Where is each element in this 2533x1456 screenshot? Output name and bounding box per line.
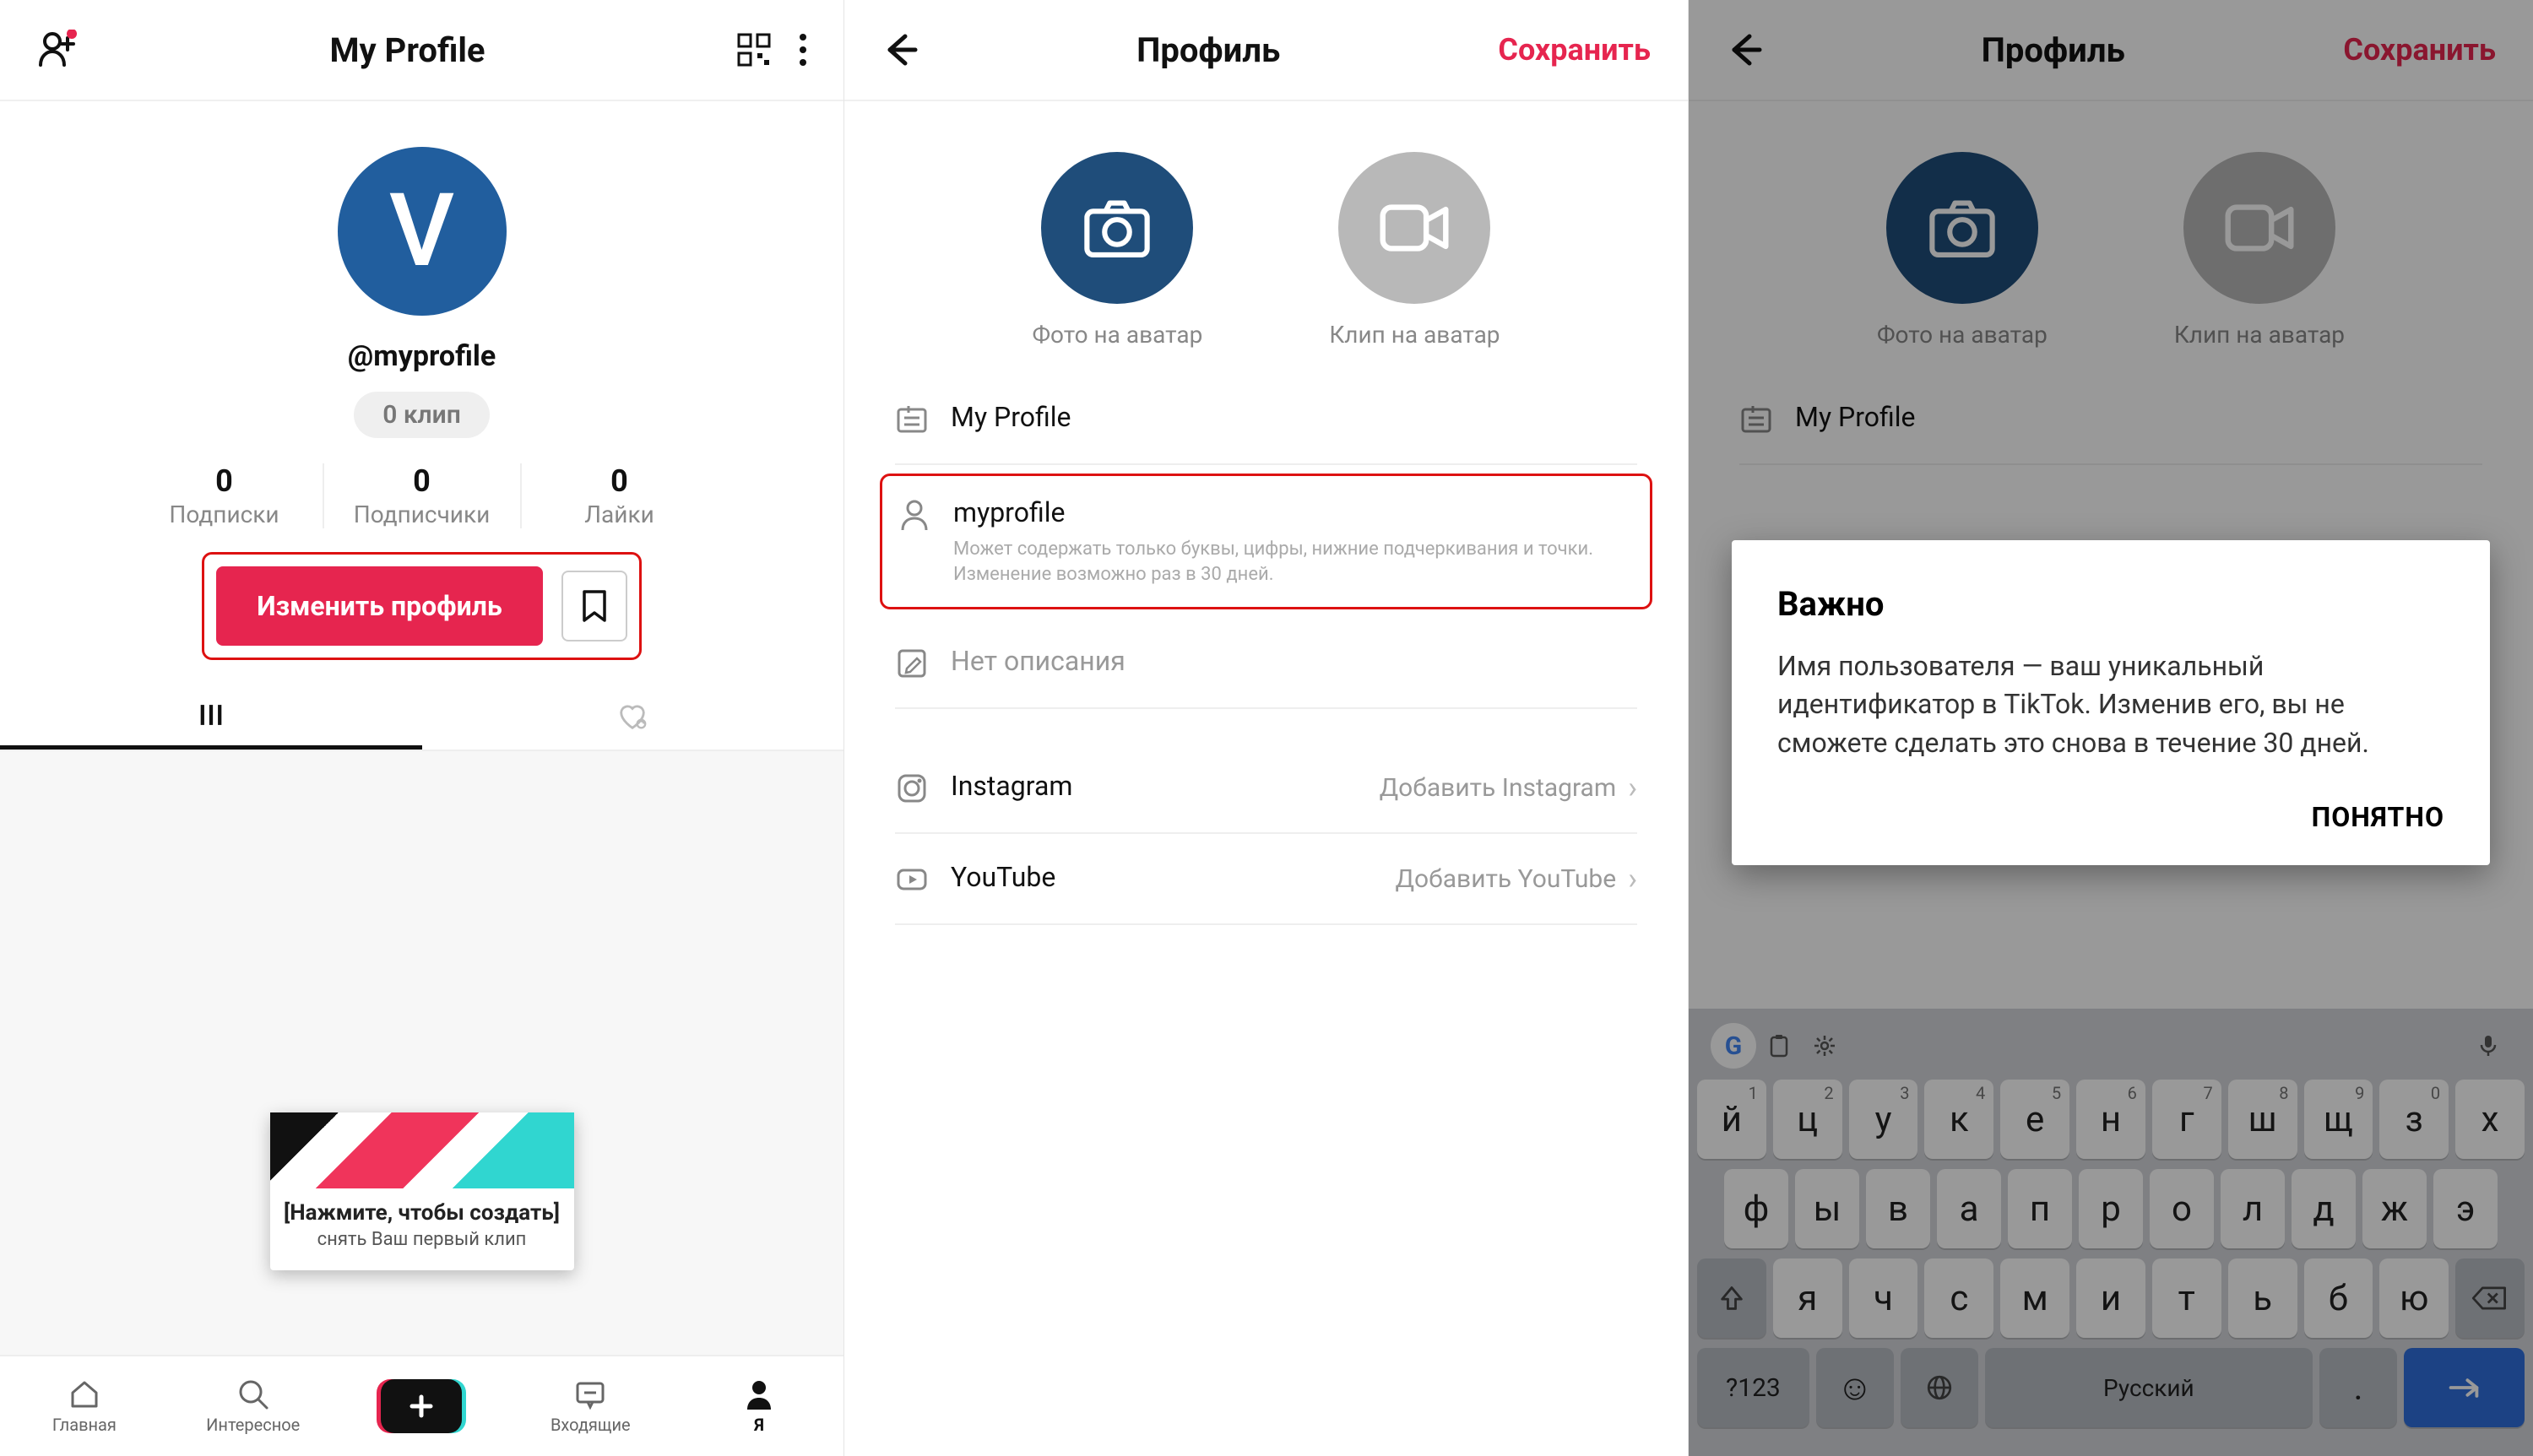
create-clip-tooltip[interactable]: [Нажмите, чтобы создать] снять Ваш первы… [270,1112,574,1270]
avatar-letter: V [389,172,454,290]
instagram-icon [895,771,929,805]
row-bio[interactable]: Нет описания [895,618,1637,709]
tooltip-art [270,1112,574,1188]
stat-followers[interactable]: 0 Подписчики [324,463,522,528]
person-icon [898,498,931,532]
profile-tabs [0,684,843,751]
plus-icon [381,1379,462,1433]
stat-likes[interactable]: 0 Лайки [522,463,718,528]
tab-liked[interactable] [422,684,844,750]
chevron-right-icon: › [1628,770,1637,805]
username-hint: Может содержать только буквы, цифры, ниж… [953,537,1635,587]
avatar-clip-circle [1338,152,1490,304]
profile-fields-list: My Profile myprofile Может содержать тол… [844,374,1688,925]
avatar-photo-option[interactable]: Фото на аватар [1032,152,1202,349]
header: My Profile [0,0,843,101]
save-button[interactable]: Сохранить [1498,32,1651,68]
nav-home[interactable]: Главная [0,1356,169,1456]
edit-icon [895,647,929,680]
avatar-options: Фото на аватар Клип на аватар [844,101,1688,374]
username: @myprofile [348,339,496,373]
more-menu-icon[interactable] [800,34,806,66]
page-title: Профиль [1136,30,1280,70]
row-display-name[interactable]: My Profile [895,374,1637,465]
screen-edit-profile-dialog: Профиль Сохранить Фото на аватар Клип на… [1689,0,2533,1456]
row-instagram[interactable]: Instagram Добавить Instagram› [895,743,1637,834]
qr-icon[interactable] [737,33,771,67]
chevron-right-icon: › [1628,861,1637,896]
feed-empty-area: [Нажмите, чтобы создать] снять Ваш первы… [0,751,843,1355]
avatar[interactable]: V [338,147,507,316]
nav-discover[interactable]: Интересное [169,1356,338,1456]
dialog-ok-button[interactable]: ПОНЯТНО [2312,801,2444,833]
nav-me[interactable]: Я [675,1356,843,1456]
dialog-body: Имя пользователя — ваш уникальный иденти… [1777,647,2444,762]
confirm-dialog: Важно Имя пользователя — ваш уникальный … [1732,540,2490,865]
nav-inbox[interactable]: Входящие [506,1356,675,1456]
row-youtube[interactable]: YouTube Добавить YouTube› [895,834,1637,925]
back-button[interactable] [881,31,919,68]
nav-create[interactable] [338,1356,507,1456]
name-card-icon [895,403,929,436]
add-friend-button[interactable] [37,30,78,70]
screen-edit-profile: Профиль Сохранить Фото на аватар Клип на… [844,0,1689,1456]
username-value: myprofile [953,496,1635,528]
stats-row: 0 Подписки 0 Подписчики 0 Лайки [127,463,718,528]
header: Профиль Сохранить [844,0,1688,101]
row-username[interactable]: myprofile Может содержать только буквы, … [880,474,1652,609]
actions-highlight: Изменить профиль [202,552,642,660]
youtube-icon [895,863,929,896]
bookmark-button[interactable] [561,571,627,641]
page-title: My Profile [329,30,485,70]
edit-profile-button[interactable]: Изменить профиль [216,566,543,646]
bottom-nav: Главная Интересное Входящие Я [0,1355,843,1456]
avatar-photo-circle [1041,152,1193,304]
tab-posts[interactable] [0,684,422,750]
avatar-clip-option[interactable]: Клип на аватар [1329,152,1500,349]
stat-following[interactable]: 0 Подписки [127,463,324,528]
dialog-title: Важно [1777,584,2444,624]
screen-my-profile: My Profile V @myprofile 0 клип 0 Подписк… [0,0,844,1456]
clip-count-pill[interactable]: 0 клип [354,392,490,438]
